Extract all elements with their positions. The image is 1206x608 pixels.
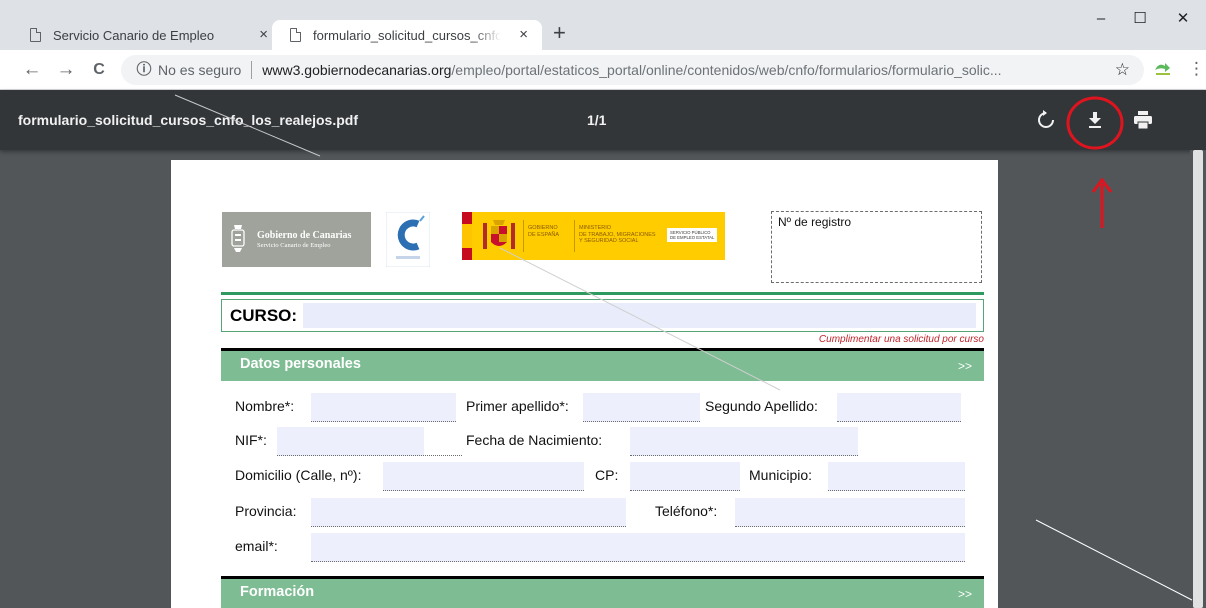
tab-close-button[interactable]: × — [519, 26, 528, 43]
domicilio-input[interactable] — [383, 462, 584, 491]
form-row-nif: NIF*: Fecha de Nacimiento: — [235, 427, 975, 456]
address-bar[interactable]: ⓘ No es seguro www3.gobiernodecanarias.o… — [121, 55, 1144, 85]
maximize-button[interactable]: ☐ — [1117, 4, 1163, 34]
browser-toolbar: ← → C ⓘ No es seguro www3.gobiernodecana… — [0, 50, 1206, 90]
diagonal-stroke — [1035, 519, 1193, 601]
header-divider — [221, 292, 984, 295]
form-row-email: email*: — [235, 533, 975, 562]
spain-coat-of-arms-icon — [483, 220, 515, 249]
section-title: Datos personales — [240, 356, 361, 372]
tab-title: Servicio Canario de Empleo — [53, 27, 215, 43]
logo-gobierno-espana: GOBIERNO DE ESPAÑA MINISTERIO DE TRABAJO… — [462, 212, 727, 260]
segundo-apellido-input[interactable] — [837, 393, 961, 422]
email-input[interactable] — [311, 533, 965, 562]
tab-strip: Servicio Canario de Empleo × formulario_… — [0, 0, 1206, 50]
not-secure-label: No es seguro — [158, 62, 242, 78]
section-formacion: Formación >> — [221, 576, 984, 608]
pdf-toolbar: formulario_solicitud_cursos_cnfo_los_rea… — [0, 90, 1206, 150]
nombre-label: Nombre*: — [235, 398, 295, 414]
pdf-page: Gobierno de Canarias Servicio Canario de… — [171, 160, 998, 608]
curso-input[interactable] — [303, 303, 976, 328]
logos-row: Gobierno de Canarias Servicio Canario de… — [222, 212, 725, 267]
registro-label: Nº de registro — [778, 215, 852, 229]
ministry-divider — [523, 220, 524, 252]
section-title: Formación — [240, 584, 315, 600]
municipio-label: Municipio: — [749, 467, 813, 483]
tab-close-button[interactable]: × — [259, 26, 268, 43]
close-window-button[interactable]: ✕ — [1160, 4, 1206, 34]
address-separator — [251, 61, 253, 79]
domicilio-label: Domicilio (Calle, nº): — [235, 467, 362, 483]
menu-icon[interactable]: ⋮ — [1188, 59, 1205, 79]
bookmark-star-icon[interactable]: ☆ — [1115, 60, 1130, 80]
section-datos-personales: Datos personales >> — [221, 348, 984, 381]
form-row-nombre: Nombre*: Primer apellido*: Segundo Apell… — [235, 393, 975, 422]
form-row-domicilio: Domicilio (Calle, nº): CP: Municipio: — [235, 462, 975, 491]
cp-label: CP: — [595, 467, 619, 483]
annotation-arrowhead — [1091, 177, 1113, 193]
primer-apellido-input[interactable] — [583, 393, 700, 422]
print-icon[interactable] — [1130, 107, 1156, 133]
telefono-input[interactable] — [735, 498, 965, 527]
logo-sce-text: Servicio Canario de Empleo — [257, 242, 331, 249]
spain-flag-stripe — [462, 212, 472, 260]
section-expand-arrow[interactable]: >> — [958, 359, 972, 373]
provincia-input[interactable] — [311, 498, 626, 527]
url-host: www3.gobiernodecanarias.org — [262, 62, 452, 78]
gobierno-espana-text: GOBIERNO DE ESPAÑA — [528, 225, 560, 238]
telefono-label: Teléfono*: — [655, 503, 718, 519]
url-path: /empleo/portal/estaticos_portal/online/c… — [451, 62, 1002, 78]
primer-apellido-label: Primer apellido*: — [466, 398, 569, 414]
form-row-provincia: Provincia: Teléfono*: — [235, 498, 975, 527]
download-icon[interactable] — [1082, 107, 1108, 133]
page-indicator: 1/1 — [587, 112, 607, 128]
browser-window: Servicio Canario de Empleo × formulario_… — [0, 0, 1206, 608]
info-icon[interactable]: ⓘ — [136, 62, 152, 77]
extension-icon[interactable] — [1153, 60, 1173, 78]
rotate-icon[interactable] — [1033, 107, 1059, 133]
pdf-filename: formulario_solicitud_cursos_cnfo_los_rea… — [18, 112, 358, 128]
reload-button[interactable]: C — [87, 58, 111, 82]
fecha-nacimiento-input[interactable] — [630, 427, 858, 456]
new-tab-button[interactable]: + — [553, 21, 566, 45]
tab-formulario-pdf[interactable]: formulario_solicitud_cursos_cnfo_los_rea… — [272, 20, 542, 50]
nif-label: NIF*: — [235, 432, 267, 448]
page-icon — [30, 28, 41, 42]
ministry-divider — [574, 220, 575, 252]
scrollbar-thumb[interactable] — [1193, 150, 1203, 608]
municipio-input[interactable] — [828, 462, 965, 491]
nif-input[interactable] — [277, 427, 424, 456]
logo-gobierno-canarias: Gobierno de Canarias Servicio Canario de… — [222, 212, 371, 267]
registro-box[interactable]: Nº de registro — [771, 211, 982, 283]
sepe-text: SERVICIO PÚBLICO DE EMPLEO ESTATAL — [667, 228, 718, 242]
instruction-note: Cumplimentar una solicitud por curso — [818, 334, 984, 345]
forward-button[interactable]: → — [54, 58, 78, 82]
curso-row: CURSO: — [221, 299, 984, 332]
calidad-logo-icon — [386, 212, 430, 267]
cp-input[interactable] — [630, 462, 740, 491]
fecha-nacimiento-label: Fecha de Nacimiento: — [466, 432, 603, 448]
page-icon — [290, 28, 301, 42]
tab-title: formulario_solicitud_cursos_cnfo_los_rea… — [313, 27, 501, 43]
tab-servicio-canario[interactable]: Servicio Canario de Empleo × — [18, 20, 276, 50]
email-label: email*: — [235, 538, 278, 554]
segundo-apellido-label: Segundo Apellido: — [705, 398, 818, 414]
section-expand-arrow[interactable]: >> — [958, 587, 972, 601]
nif-underline — [277, 455, 462, 456]
nombre-input[interactable] — [311, 393, 456, 422]
provincia-label: Provincia: — [235, 503, 297, 519]
curso-label: CURSO: — [230, 306, 298, 325]
ministerio-text: MINISTERIO DE TRABAJO, MIGRACIONES Y SEG… — [579, 225, 656, 244]
canarias-crest-icon — [231, 225, 245, 252]
logo-gobierno-text: Gobierno de Canarias — [257, 230, 352, 241]
back-button[interactable]: ← — [20, 58, 44, 82]
